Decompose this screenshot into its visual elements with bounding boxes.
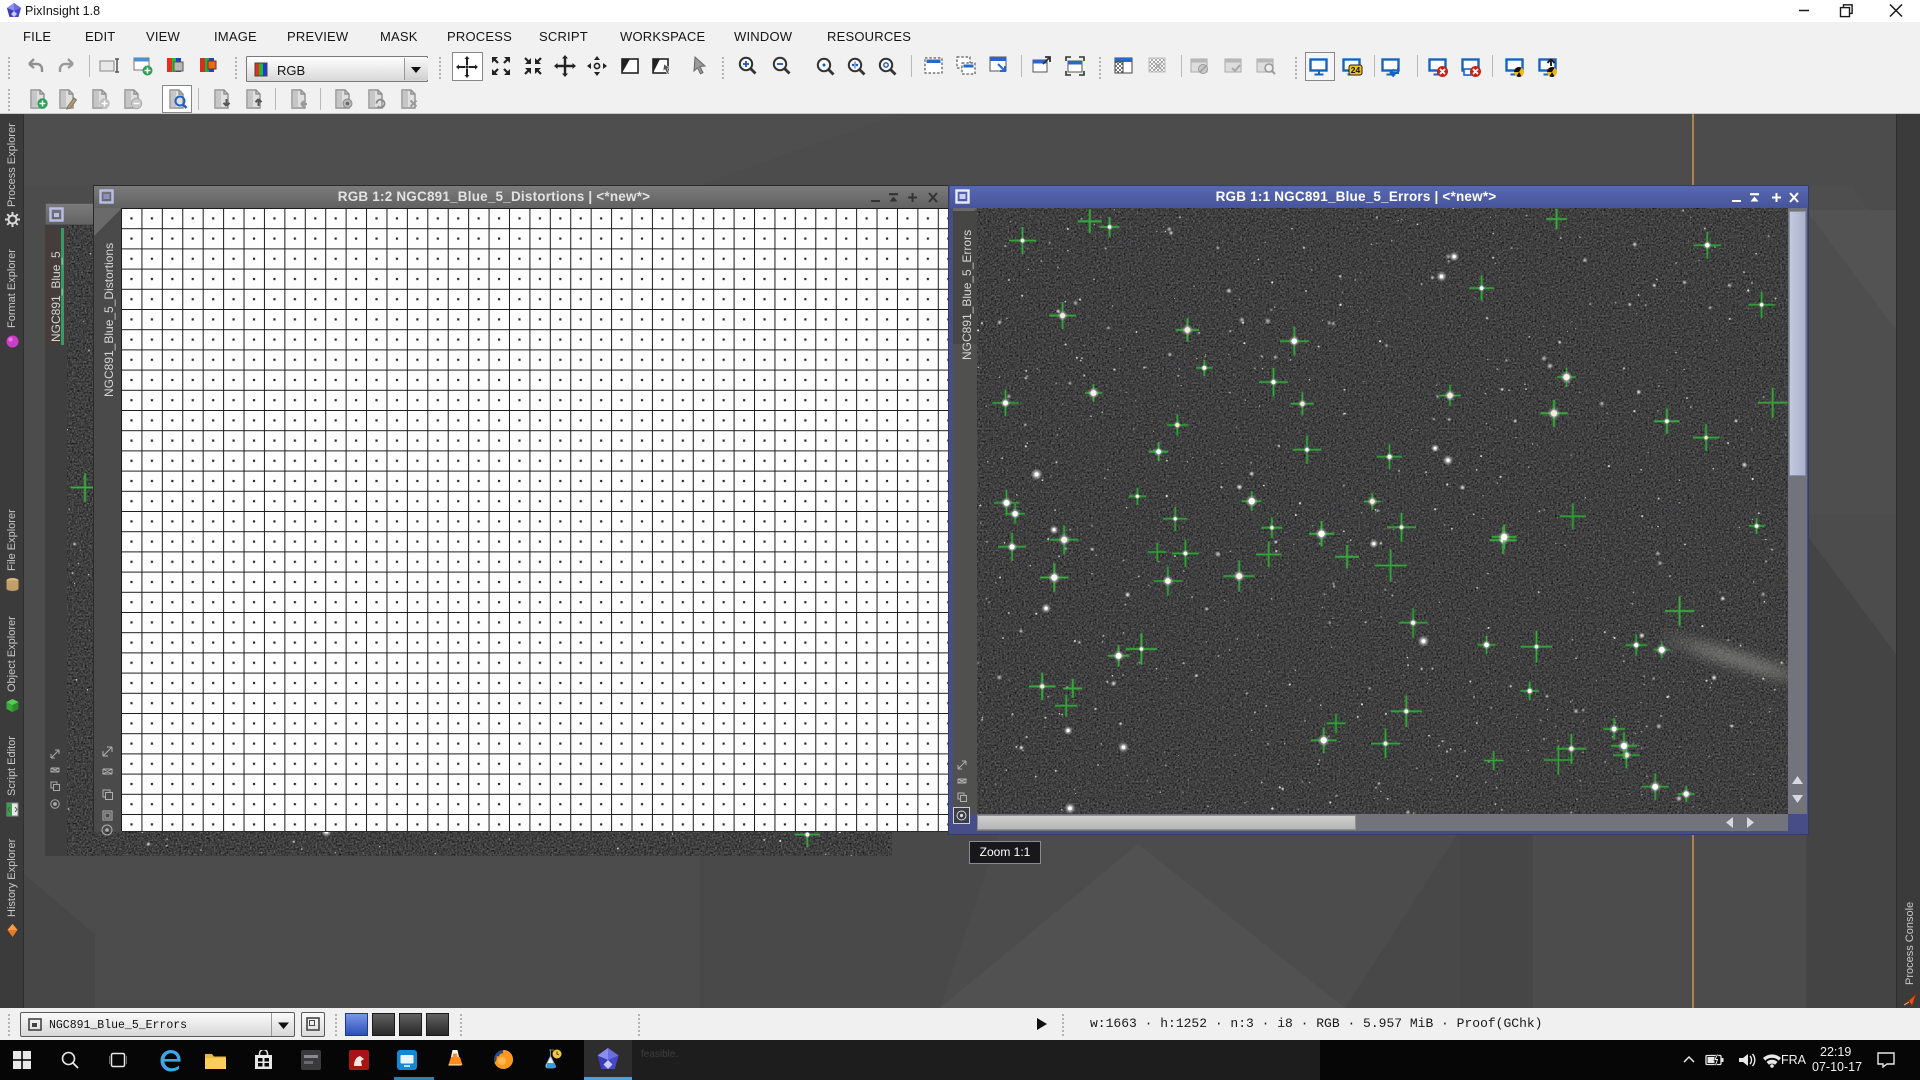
svg-text:24: 24 (1351, 65, 1361, 75)
